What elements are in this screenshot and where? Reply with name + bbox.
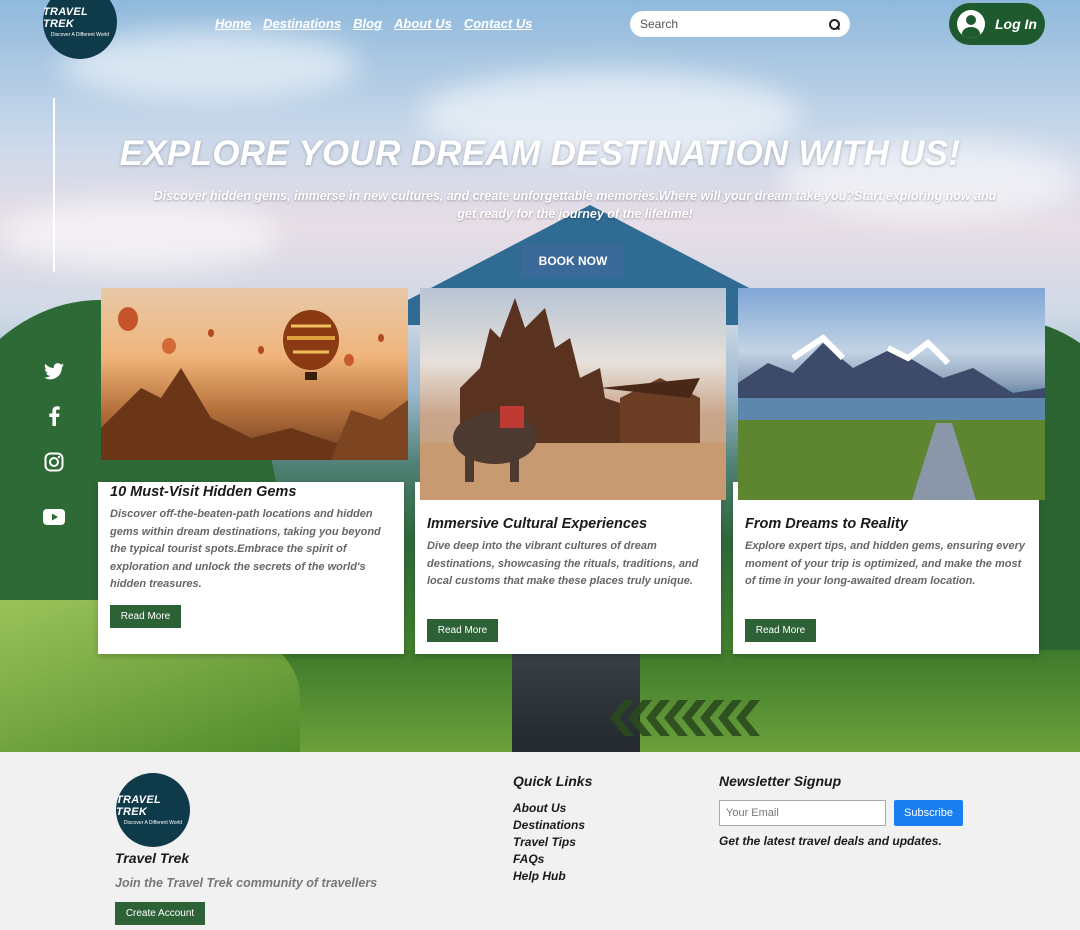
nav-destinations[interactable]: Destinations (263, 16, 341, 31)
search-bar (630, 11, 850, 37)
card-text: Explore expert tips, and hidden gems, en… (745, 540, 1025, 587)
subscribe-button[interactable]: Subscribe (894, 800, 963, 826)
nav-about-us[interactable]: About Us (394, 16, 452, 31)
card-text: Discover off-the-beaten-path locations a… (110, 508, 381, 590)
youtube-icon[interactable] (42, 506, 66, 528)
read-more-button[interactable]: Read More (427, 619, 498, 642)
nav-contact-us[interactable]: Contact Us (464, 16, 533, 31)
logo-name: TRAVEL TREK (116, 794, 161, 818)
card-image-balloons (101, 288, 408, 460)
quick-links-title: Quick Links (513, 773, 593, 789)
logo-tagline: Discover A Different World (123, 820, 183, 826)
chevron-decoration (610, 700, 760, 736)
footer-join-text: Join the Travel Trek community of travel… (115, 876, 378, 890)
footer-brand-name: Travel Trek (115, 850, 190, 866)
book-now-button[interactable]: BOOK NOW (522, 245, 624, 277)
user-icon (957, 10, 985, 38)
login-button[interactable]: Log In (949, 3, 1045, 45)
card-title: Immersive Cultural Experiences (427, 516, 648, 532)
main-nav: Home Destinations Blog About Us Contact … (215, 16, 532, 31)
newsletter-deals-text: Get the latest travel deals and updates. (719, 834, 942, 848)
logo-name: TRAVEL TREK (43, 6, 88, 30)
read-more-button[interactable]: Read More (745, 619, 816, 642)
facebook-icon[interactable] (42, 405, 66, 427)
card-title: 10 Must-Visit Hidden Gems (110, 484, 297, 500)
nav-home[interactable]: Home (215, 16, 251, 31)
hero-title: EXPLORE YOUR DREAM DESTINATION WITH US! (119, 134, 961, 173)
quick-link-destinations[interactable]: Destinations (513, 817, 585, 834)
newsletter-title: Newsletter Signup (719, 773, 842, 789)
quick-link-about-us[interactable]: About Us (513, 800, 585, 817)
read-more-button[interactable]: Read More (110, 605, 181, 628)
instagram-icon[interactable] (42, 451, 66, 473)
card-image-mountains (738, 288, 1045, 500)
email-field[interactable] (719, 800, 886, 826)
quick-link-faqs[interactable]: FAQs (513, 851, 585, 868)
card-text: Dive deep into the vibrant cultures of d… (427, 540, 699, 587)
footer-logo[interactable]: TRAVEL TREK Discover A Different World (116, 773, 190, 847)
search-icon[interactable] (828, 18, 840, 30)
create-account-button[interactable]: Create Account (115, 902, 205, 925)
hero-subtitle: Discover hidden gems, immerse in new cul… (153, 189, 997, 221)
login-label: Log In (995, 16, 1037, 32)
quick-link-help-hub[interactable]: Help Hub (513, 868, 585, 885)
logo-tagline: Discover A Different World (50, 32, 110, 38)
card-title: From Dreams to Reality (745, 516, 908, 532)
twitter-icon[interactable] (42, 360, 66, 382)
card-image-temple (420, 288, 726, 500)
search-input[interactable] (640, 17, 828, 31)
nav-blog[interactable]: Blog (353, 16, 382, 31)
quick-links-list: About Us Destinations Travel Tips FAQs H… (513, 800, 585, 885)
quick-link-travel-tips[interactable]: Travel Tips (513, 834, 585, 851)
divider-line (53, 98, 55, 272)
